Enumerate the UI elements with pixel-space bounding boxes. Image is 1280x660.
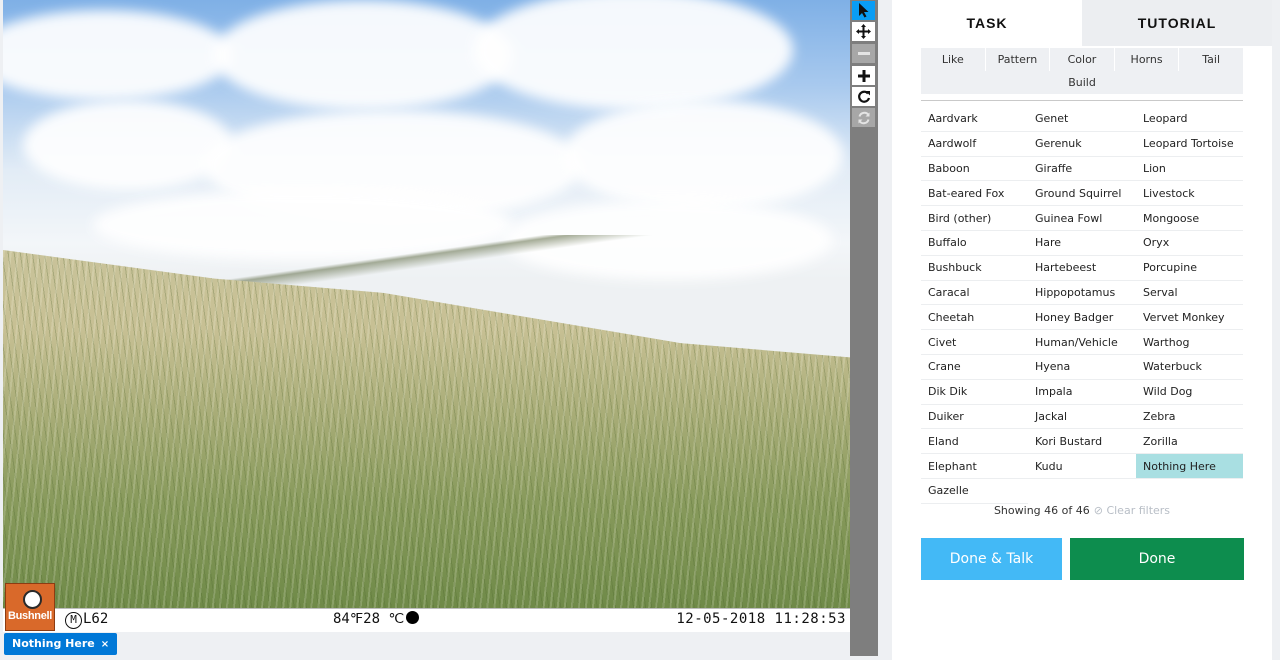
- temperature-text: 84℉28 ℃: [333, 611, 405, 627]
- image-toolbar: [850, 0, 878, 656]
- species-option[interactable]: Jackal: [1028, 405, 1136, 430]
- species-option[interactable]: Civet: [921, 330, 1028, 355]
- characteristic-filters: Like Pattern Color Horns Tail Build: [921, 48, 1243, 101]
- pointer-icon[interactable]: [852, 1, 875, 20]
- tab-tutorial[interactable]: TUTORIAL: [1082, 0, 1272, 46]
- reset-icon[interactable]: [852, 108, 875, 127]
- clear-filters-button[interactable]: ⊘ Clear filters: [1094, 504, 1170, 517]
- species-option[interactable]: Baboon: [921, 157, 1028, 182]
- annotation-tag-label: Nothing Here: [12, 637, 95, 650]
- species-option[interactable]: Lion: [1136, 157, 1243, 182]
- filter-tail[interactable]: Tail: [1179, 48, 1243, 71]
- species-grid: Aardvark Genet Leopard Aardwolf Gerenuk Leopa…: [921, 107, 1243, 504]
- species-option[interactable]: Bushbuck: [921, 256, 1028, 281]
- species-option[interactable]: Hartebeest: [1028, 256, 1136, 281]
- subject-image[interactable]: [3, 0, 850, 608]
- camera-model: M L62: [65, 611, 108, 629]
- moon-phase-icon: [406, 611, 420, 624]
- species-option[interactable]: Zorilla: [1136, 429, 1243, 455]
- species-option[interactable]: Honey Badger: [1028, 305, 1136, 331]
- cloud: [23, 100, 233, 190]
- camera-model-text: L62: [83, 611, 109, 627]
- species-option[interactable]: Leopard Tortoise: [1136, 132, 1243, 157]
- species-option[interactable]: Leopard: [1136, 107, 1243, 132]
- tab-task[interactable]: TASK: [892, 0, 1082, 46]
- species-option[interactable]: Caracal: [921, 281, 1028, 306]
- camera-datetime: 12-05-2018 11:28:53: [676, 611, 846, 627]
- species-option[interactable]: Wild Dog: [1136, 380, 1243, 405]
- species-option[interactable]: Waterbuck: [1136, 355, 1243, 380]
- filter-pattern[interactable]: Pattern: [986, 48, 1051, 71]
- species-option[interactable]: Kori Bustard: [1028, 429, 1136, 455]
- species-option[interactable]: Porcupine: [1136, 256, 1243, 281]
- species-option[interactable]: Mongoose: [1136, 206, 1243, 231]
- bushnell-logo: Bushnell: [5, 583, 55, 631]
- cloud: [213, 0, 513, 110]
- filter-color[interactable]: Color: [1050, 48, 1115, 71]
- filter-horns[interactable]: Horns: [1115, 48, 1180, 71]
- panel-tabs: TASK TUTORIAL: [892, 0, 1272, 46]
- cloud: [563, 100, 843, 210]
- zoom-out-icon[interactable]: [852, 44, 875, 63]
- species-option[interactable]: Aardvark: [921, 107, 1028, 132]
- species-option[interactable]: Nothing Here: [1136, 454, 1243, 479]
- filter-build[interactable]: Build: [921, 71, 1243, 94]
- cloud: [3, 10, 233, 100]
- species-option[interactable]: Hyena: [1028, 355, 1136, 380]
- species-option[interactable]: Genet: [1028, 107, 1136, 132]
- camera-temperature: 84℉28 ℃: [333, 611, 420, 627]
- species-option[interactable]: Giraffe: [1028, 157, 1136, 182]
- species-option[interactable]: Guinea Fowl: [1028, 206, 1136, 231]
- filter-row: Like Pattern Color Horns Tail: [921, 48, 1243, 71]
- species-option[interactable]: Hare: [1028, 231, 1136, 256]
- species-option[interactable]: Eland: [921, 429, 1028, 455]
- annotation-tag[interactable]: Nothing Here ×: [4, 633, 118, 655]
- species-option[interactable]: Gazelle: [921, 479, 1028, 504]
- remove-tag-icon[interactable]: ×: [101, 639, 109, 650]
- species-option[interactable]: Vervet Monkey: [1136, 305, 1243, 331]
- species-option[interactable]: Duiker: [921, 405, 1028, 430]
- cloud: [473, 0, 793, 110]
- divider: [921, 100, 1243, 101]
- species-option[interactable]: Crane: [921, 355, 1028, 380]
- species-option[interactable]: Aardwolf: [921, 132, 1028, 157]
- species-option[interactable]: Bat-eared Fox: [921, 181, 1028, 207]
- filter-row: Build: [921, 71, 1243, 94]
- species-option[interactable]: Warthog: [1136, 330, 1243, 355]
- species-option[interactable]: Gerenuk: [1028, 132, 1136, 157]
- camera-mode-icon: M: [65, 612, 82, 629]
- filter-status: Showing 46 of 46 ⊘ Clear filters: [921, 504, 1243, 517]
- done-button[interactable]: Done: [1070, 538, 1244, 580]
- species-option[interactable]: Livestock: [1136, 181, 1243, 207]
- species-option[interactable]: Oryx: [1136, 231, 1243, 256]
- species-option[interactable]: Human/Vehicle: [1028, 330, 1136, 355]
- rotate-icon[interactable]: [852, 87, 875, 106]
- move-icon[interactable]: [852, 22, 875, 41]
- species-option[interactable]: Impala: [1028, 380, 1136, 405]
- species-option[interactable]: Hippopotamus: [1028, 281, 1136, 306]
- camera-info-bar: M L62 84℉28 ℃ 12-05-2018 11:28:53: [3, 608, 850, 632]
- species-option[interactable]: Elephant: [921, 454, 1028, 479]
- species-option[interactable]: Bird (other): [921, 206, 1028, 231]
- filter-like[interactable]: Like: [921, 48, 986, 71]
- showing-count: Showing 46 of 46: [993, 504, 1090, 517]
- species-option[interactable]: Kudu: [1028, 454, 1136, 479]
- species-option[interactable]: Dik Dik: [921, 380, 1028, 405]
- subject-viewer: M L62 84℉28 ℃ 12-05-2018 11:28:53 Bushnel…: [0, 0, 880, 660]
- species-option[interactable]: Buffalo: [921, 231, 1028, 256]
- species-option[interactable]: Serval: [1136, 281, 1243, 306]
- zoom-in-icon[interactable]: [852, 66, 875, 85]
- species-option[interactable]: Ground Squirrel: [1028, 181, 1136, 207]
- species-option[interactable]: Zebra: [1136, 405, 1243, 430]
- species-option[interactable]: Cheetah: [921, 305, 1028, 331]
- done-and-talk-button[interactable]: Done & Talk: [921, 538, 1062, 580]
- task-panel: TASK TUTORIAL Like Pattern Color Horns T…: [892, 0, 1272, 660]
